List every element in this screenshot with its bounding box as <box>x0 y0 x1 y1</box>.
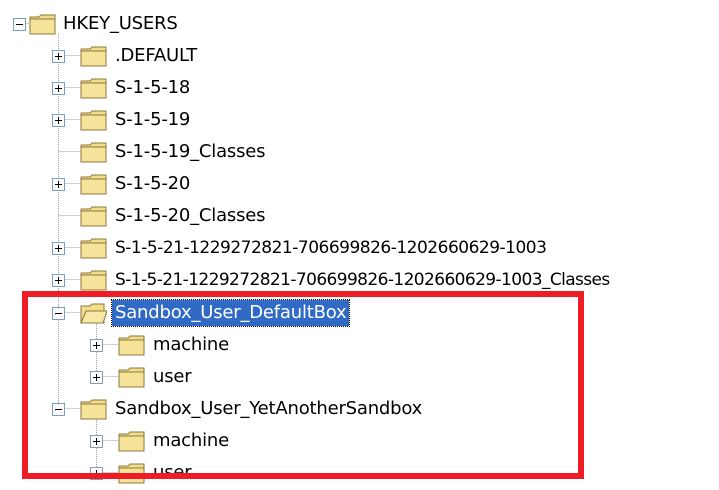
node-label: S-1-5-21-1229272821-706699826-1202660629… <box>115 238 547 258</box>
folder-icon <box>80 270 107 291</box>
plus-icon <box>55 117 62 124</box>
plus-icon <box>55 277 62 284</box>
expand-toggle[interactable] <box>52 82 65 95</box>
node-label: S-1-5-18 <box>115 77 191 98</box>
collapse-toggle[interactable] <box>13 18 26 31</box>
folder-icon <box>80 238 107 259</box>
tree-node-s-1-5-19[interactable]: S-1-5-19 <box>0 104 300 136</box>
plus-icon <box>55 181 62 188</box>
expand-toggle[interactable] <box>52 114 65 127</box>
folder-icon <box>80 206 107 227</box>
expand-toggle[interactable] <box>52 274 65 287</box>
tree-node-s-1-5-21-1003[interactable]: S-1-5-21-1229272821-706699826-1202660629… <box>0 232 650 264</box>
plus-icon <box>55 85 62 92</box>
expand-toggle[interactable] <box>52 50 65 63</box>
highlight-annotation-box <box>22 291 584 479</box>
node-label: HKEY_USERS <box>63 13 178 34</box>
node-label: .DEFAULT <box>115 45 198 66</box>
folder-icon <box>29 14 56 35</box>
folder-icon <box>80 142 107 163</box>
node-label: S-1-5-19_Classes <box>115 141 266 162</box>
minus-icon <box>16 24 23 25</box>
registry-tree: HKEY_USERS .DEFAULT S-1-5-18 S-1-5-19 S-… <box>0 0 719 490</box>
expand-toggle[interactable] <box>52 242 65 255</box>
node-label: S-1-5-20_Classes <box>115 205 266 226</box>
node-label: S-1-5-20 <box>115 173 191 194</box>
tree-node-default[interactable]: .DEFAULT <box>0 40 300 72</box>
folder-icon <box>80 174 107 195</box>
folder-icon <box>80 78 107 99</box>
tree-node-s-1-5-18[interactable]: S-1-5-18 <box>0 72 300 104</box>
plus-icon <box>55 245 62 252</box>
tree-node-hkey-users[interactable]: HKEY_USERS <box>0 8 200 40</box>
node-label: S-1-5-19 <box>115 109 191 130</box>
folder-icon <box>80 110 107 131</box>
node-label: S-1-5-21-1229272821-706699826-1202660629… <box>115 270 610 290</box>
tree-node-s-1-5-20[interactable]: S-1-5-20 <box>0 168 300 200</box>
expand-toggle[interactable] <box>52 178 65 191</box>
folder-icon <box>80 46 107 67</box>
plus-icon <box>55 53 62 60</box>
tree-node-s-1-5-20-classes[interactable]: S-1-5-20_Classes <box>0 200 340 232</box>
tree-node-s-1-5-19-classes[interactable]: S-1-5-19_Classes <box>0 136 340 168</box>
